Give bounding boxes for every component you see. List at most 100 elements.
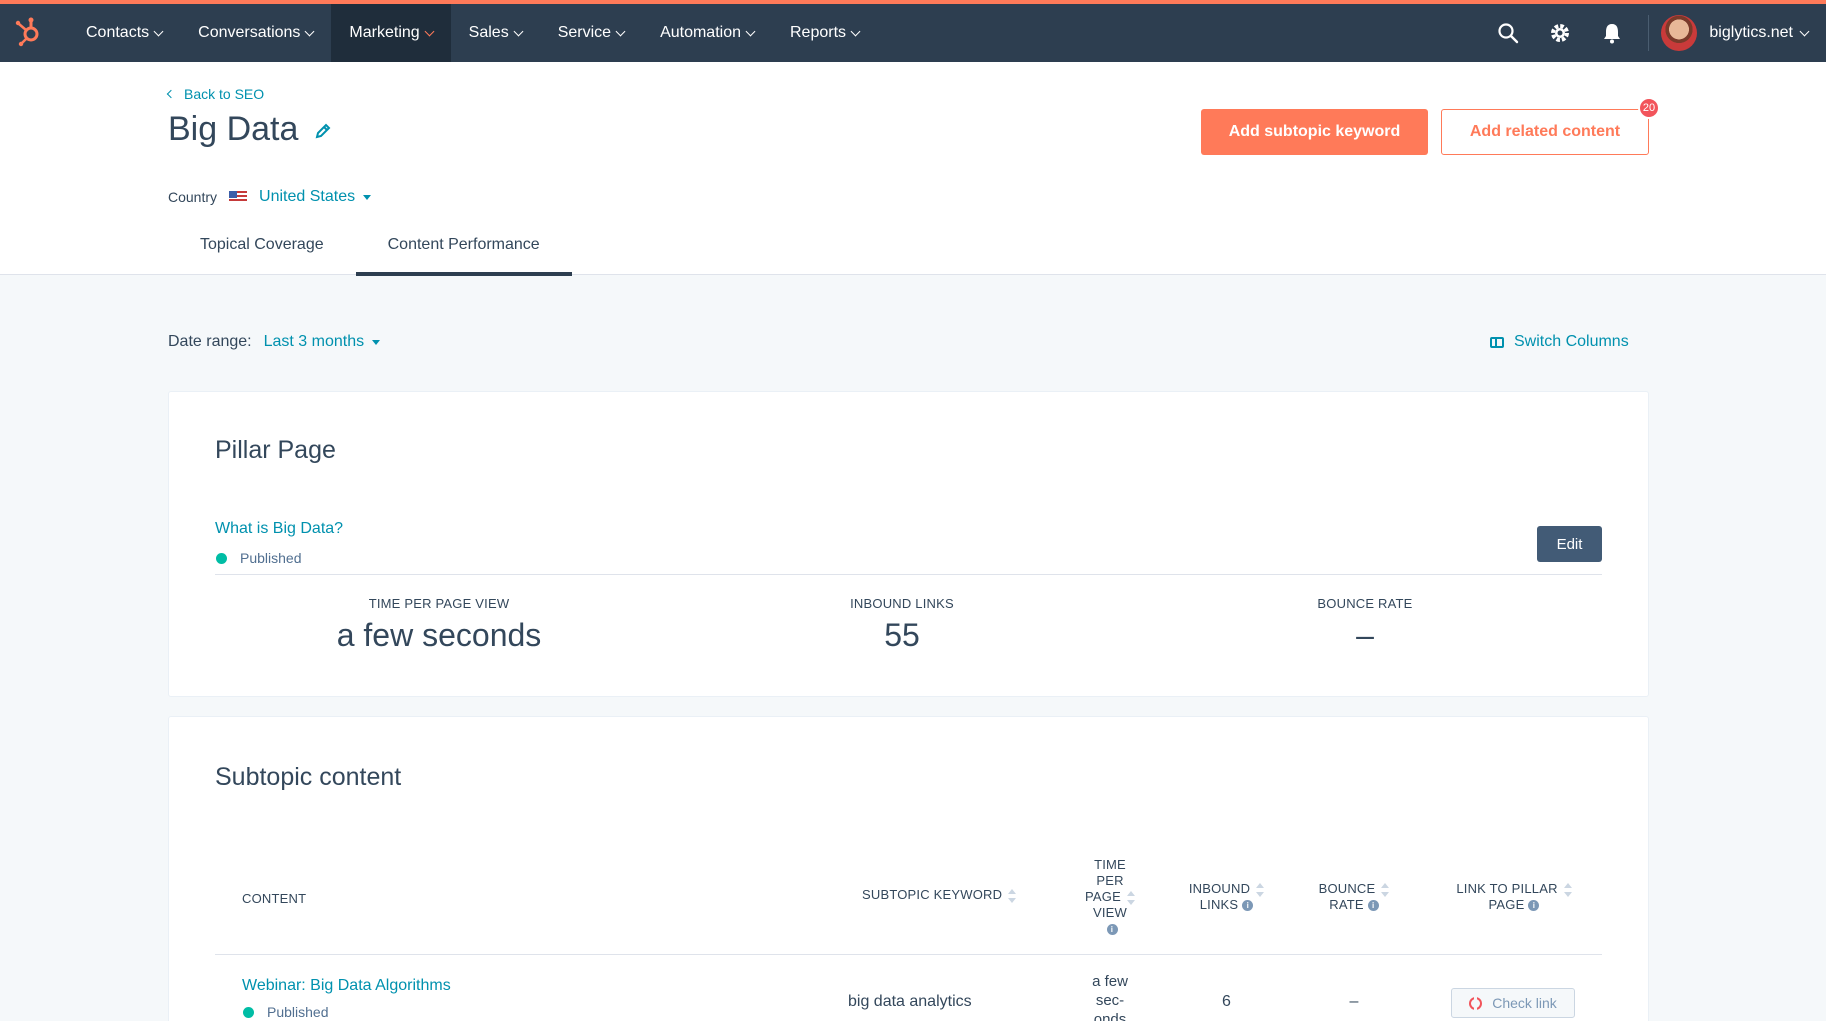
columns-icon: [1490, 336, 1504, 348]
divider: [215, 574, 1602, 575]
column-header-time-per-page-view[interactable]: TIME PER PAGE VIEW i: [1075, 857, 1145, 937]
chevron-down-icon: [1799, 26, 1810, 36]
stat-value: a few seconds: [336, 617, 542, 653]
column-header-link-to-pillar-page[interactable]: LINK TO PILLAR PAGE i: [1439, 881, 1589, 913]
row-content-link[interactable]: Webinar: Big Data Algorithms: [242, 977, 451, 995]
pillar-page-card: Pillar Page What is Big Data? Published …: [168, 391, 1649, 697]
gear-icon[interactable]: [1534, 4, 1586, 62]
main-menu: Contacts Conversations Marketing Sales S…: [68, 4, 877, 62]
back-label: Back to SEO: [184, 86, 265, 102]
row-bounce-rate: –: [1349, 993, 1359, 1010]
info-icon[interactable]: i: [1242, 900, 1254, 912]
nav-label: Reports: [790, 24, 847, 41]
back-link[interactable]: Back to SEO: [166, 86, 265, 102]
broken-link-icon: [1469, 996, 1483, 1010]
info-icon[interactable]: i: [1367, 900, 1379, 912]
notification-bell-icon[interactable]: [1586, 4, 1638, 62]
subtopic-content-card: Subtopic content CONTENT SUBTOPIC KEYWOR…: [168, 716, 1649, 1021]
pencil-icon[interactable]: [314, 110, 332, 149]
nav-label: Marketing: [349, 24, 420, 41]
row-time-per-page-view: a few sec- onds: [1075, 972, 1145, 1021]
column-label-text: PAGE: [1488, 897, 1525, 912]
stat-label: INBOUND LINKS: [850, 596, 954, 611]
date-range-label: Date range:: [168, 333, 252, 350]
top-navigation: Contacts Conversations Marketing Sales S…: [0, 0, 1826, 62]
stat-label: BOUNCE RATE: [1317, 596, 1413, 611]
info-icon[interactable]: i: [1528, 900, 1540, 912]
page-title: Big Data: [168, 110, 332, 149]
column-label-text: RATE: [1329, 897, 1364, 912]
chevron-down-icon: [850, 26, 861, 36]
column-header-subtopic-keyword[interactable]: SUBTOPIC KEYWORD: [862, 887, 1017, 903]
column-header-bounce-rate[interactable]: BOUNCE RATE i: [1309, 881, 1399, 913]
check-link-label: Check link: [1492, 995, 1557, 1011]
us-flag-icon: [229, 191, 248, 203]
status-badge: Published: [243, 1004, 329, 1020]
notification-badge: 20: [1638, 97, 1660, 119]
chevron-down-icon: [513, 26, 524, 36]
date-range-value: Last 3 months: [263, 333, 365, 350]
hubspot-logo-icon[interactable]: [10, 14, 46, 50]
caret-down-icon: [363, 194, 372, 200]
nav-automation[interactable]: Automation: [642, 4, 772, 62]
tab-topical-coverage[interactable]: Topical Coverage: [168, 228, 356, 276]
subtopic-heading: Subtopic content: [215, 763, 402, 791]
column-label-line: INBOUND: [1179, 881, 1274, 897]
pillar-page-link[interactable]: What is Big Data?: [215, 520, 343, 538]
nav-label: Conversations: [198, 24, 301, 41]
check-link-button[interactable]: Check link: [1451, 988, 1575, 1018]
column-label-line: BOUNCE: [1309, 881, 1399, 897]
column-label-line: RATE i: [1309, 897, 1399, 913]
tab-bar: Topical Coverage Content Performance: [168, 228, 572, 276]
nav-marketing[interactable]: Marketing: [331, 4, 451, 62]
info-icon[interactable]: i: [1106, 924, 1118, 936]
add-related-content-button[interactable]: Add related content: [1441, 109, 1649, 155]
column-label-line: LINK TO PILLAR: [1439, 881, 1589, 897]
nav-utilities: biglytics.net: [1482, 4, 1826, 62]
avatar[interactable]: [1661, 15, 1698, 51]
switch-columns-button[interactable]: Switch Columns: [1490, 333, 1629, 351]
status-text: Published: [240, 550, 302, 566]
published-dot-icon: [216, 552, 227, 564]
nav-label: Sales: [468, 24, 509, 41]
account-name: biglytics.net: [1709, 24, 1793, 41]
nav-sales[interactable]: Sales: [451, 4, 540, 62]
account-menu[interactable]: biglytics.net: [1709, 24, 1826, 42]
row-time-line: sec-: [1095, 992, 1125, 1009]
stat-label: TIME PER PAGE VIEW: [368, 596, 510, 611]
date-range: Date range: Last 3 months: [168, 333, 381, 351]
tab-content-performance[interactable]: Content Performance: [355, 228, 572, 276]
edit-button[interactable]: Edit: [1537, 526, 1602, 562]
status-badge: Published: [216, 550, 302, 566]
column-label-line: VIEW: [1092, 905, 1128, 920]
nav-conversations[interactable]: Conversations: [180, 4, 331, 62]
chevron-down-icon: [304, 26, 315, 36]
country-value: United States: [259, 188, 356, 205]
column-header-inbound-links[interactable]: INBOUND LINKS i: [1179, 881, 1274, 913]
sort-icon: [1008, 888, 1017, 903]
sort-icon: [1381, 882, 1390, 897]
column-label-text: LINK TO PILLAR: [1456, 881, 1558, 896]
country-dropdown[interactable]: United States: [259, 188, 372, 206]
column-label-text: PAGE: [1085, 889, 1121, 904]
column-label-line: PAGE: [1075, 889, 1145, 905]
nav-label: Contacts: [86, 24, 150, 41]
column-label-text: LINKS: [1199, 897, 1239, 912]
column-label-text: BOUNCE: [1318, 881, 1376, 896]
nav-reports[interactable]: Reports: [772, 4, 877, 62]
stat-inbound-links: INBOUND LINKS 55: [752, 596, 1052, 654]
stat-value: –: [1356, 617, 1374, 653]
column-label-line: PAGE i: [1439, 897, 1589, 913]
add-subtopic-keyword-button[interactable]: Add subtopic keyword: [1201, 109, 1428, 155]
nav-service[interactable]: Service: [540, 4, 642, 62]
chevron-left-icon: [166, 89, 176, 99]
stat-value: 55: [884, 617, 920, 653]
date-range-dropdown[interactable]: Last 3 months: [264, 333, 381, 351]
chevron-down-icon: [745, 26, 756, 36]
search-icon[interactable]: [1482, 4, 1534, 62]
caret-down-icon: [372, 339, 381, 345]
nav-contacts[interactable]: Contacts: [68, 4, 180, 62]
nav-label: Service: [557, 24, 612, 41]
divider: [1648, 15, 1650, 51]
column-info-line: i: [1075, 921, 1145, 937]
